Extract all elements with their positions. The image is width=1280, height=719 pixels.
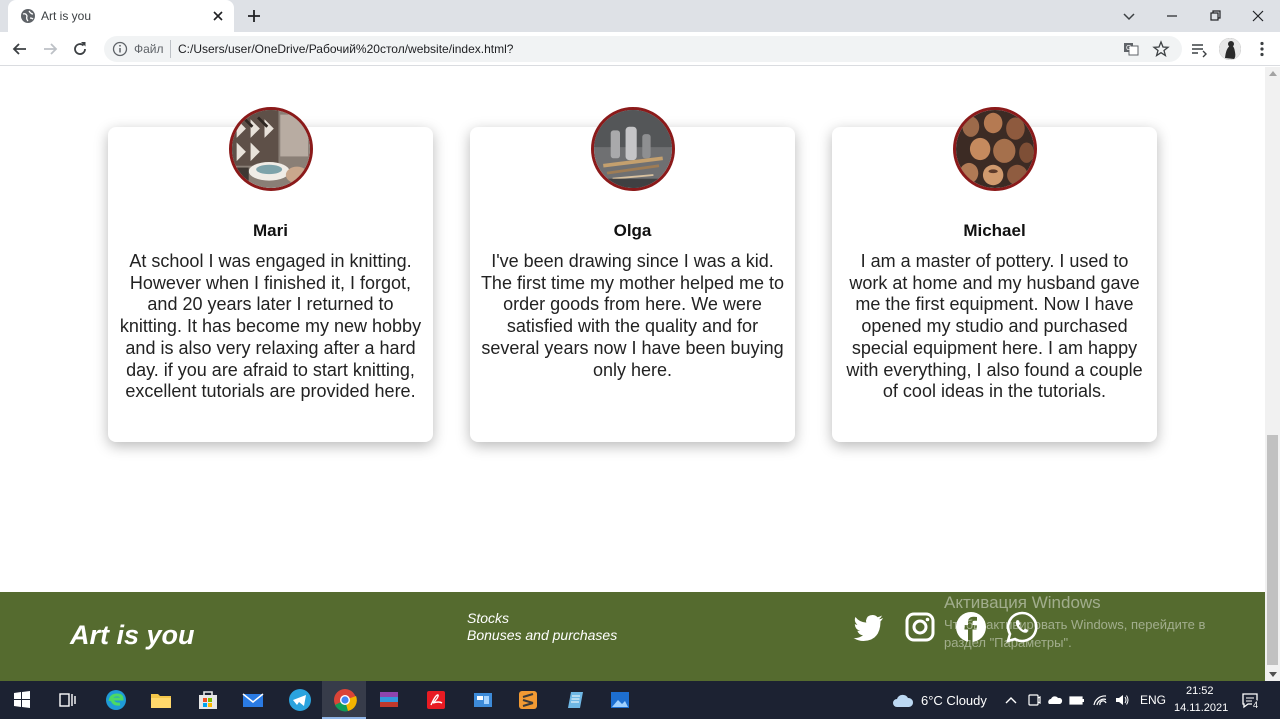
close-tab-icon[interactable] bbox=[210, 8, 226, 24]
windows-taskbar: 6°C Cloudy ENG 21:52 14.11.2021 4 bbox=[0, 681, 1280, 719]
profile-picture-icon bbox=[1219, 38, 1241, 60]
reading-list-icon[interactable] bbox=[1189, 39, 1209, 59]
avatar bbox=[953, 107, 1037, 191]
footer-brand[interactable]: Art is you bbox=[70, 620, 195, 651]
battery-icon[interactable] bbox=[1069, 692, 1085, 708]
review-card-mari: Mari At school I was engaged in knitting… bbox=[108, 107, 433, 442]
notifications-count: 4 bbox=[1252, 700, 1260, 711]
reload-icon[interactable] bbox=[70, 39, 90, 59]
mail-icon[interactable] bbox=[239, 686, 267, 714]
clock-time[interactable]: 21:52 bbox=[1186, 685, 1214, 697]
card-name: Olga bbox=[613, 221, 652, 240]
translate-icon[interactable]: G bbox=[1122, 40, 1140, 58]
store-icon[interactable] bbox=[194, 686, 222, 714]
url-scheme: Файл bbox=[134, 42, 164, 56]
url-text[interactable]: C:/Users/user/OneDrive/Рабочий%20стол/we… bbox=[178, 42, 513, 56]
acrobat-icon[interactable] bbox=[422, 686, 450, 714]
onedrive-icon[interactable] bbox=[1047, 692, 1063, 708]
url-separator bbox=[170, 40, 171, 58]
page-scrollbar[interactable] bbox=[1265, 67, 1280, 681]
browser-toolbar: Файл C:/Users/user/OneDrive/Рабочий%20ст… bbox=[0, 32, 1280, 66]
scroll-up-icon[interactable] bbox=[1269, 71, 1277, 76]
pottery-photo-icon bbox=[956, 110, 1034, 188]
language-indicator[interactable]: ENG bbox=[1140, 693, 1166, 707]
review-card-michael: Michael I am a master of pottery. I used… bbox=[832, 107, 1157, 442]
control-panel-icon[interactable] bbox=[469, 686, 497, 714]
new-tab-icon[interactable] bbox=[244, 6, 264, 26]
star-icon[interactable] bbox=[1152, 40, 1170, 58]
task-view-icon[interactable] bbox=[53, 686, 81, 714]
volume-icon[interactable] bbox=[1114, 692, 1130, 708]
sublime-text-icon[interactable] bbox=[514, 686, 542, 714]
globe-icon bbox=[21, 9, 35, 23]
site-footer: Art is you Stocks Bonuses and purchases … bbox=[0, 592, 1265, 681]
review-card-olga: Olga I've been drawing since I was a kid… bbox=[470, 107, 795, 442]
forward-icon[interactable] bbox=[40, 39, 60, 59]
footer-link-bonuses[interactable]: Bonuses and purchases bbox=[467, 627, 617, 643]
back-icon[interactable] bbox=[10, 39, 30, 59]
minimize-icon[interactable] bbox=[1160, 4, 1184, 28]
clock-date[interactable]: 14.11.2021 bbox=[1174, 702, 1228, 714]
footer-link-stocks[interactable]: Stocks bbox=[467, 610, 509, 626]
menu-icon[interactable] bbox=[1252, 39, 1272, 59]
card-text: At school I was engaged in knitting. How… bbox=[119, 251, 422, 402]
info-icon[interactable] bbox=[112, 41, 128, 57]
photos-icon[interactable] bbox=[606, 686, 634, 714]
file-explorer-icon[interactable] bbox=[147, 686, 175, 714]
winrar-icon[interactable] bbox=[375, 686, 403, 714]
tab-search-icon[interactable] bbox=[1117, 4, 1141, 28]
card-name: Mari bbox=[253, 221, 288, 240]
restore-icon[interactable] bbox=[1203, 4, 1227, 28]
twitter-icon[interactable] bbox=[852, 610, 886, 644]
chrome-icon[interactable] bbox=[331, 686, 359, 714]
close-window-icon[interactable] bbox=[1246, 4, 1270, 28]
card-name: Michael bbox=[963, 221, 1026, 240]
windows-activation-text: Чтобы активировать Windows, перейдите в … bbox=[944, 617, 1206, 650]
weather-text[interactable]: 6°C Cloudy bbox=[921, 693, 987, 708]
windows-start-icon[interactable] bbox=[8, 686, 36, 714]
instagram-icon[interactable] bbox=[903, 610, 937, 644]
avatar bbox=[229, 107, 313, 191]
page-viewport: Mari At school I was engaged in knitting… bbox=[0, 67, 1265, 681]
tab-title: Art is you bbox=[41, 9, 92, 23]
card-text: I am a master of pottery. I used to work… bbox=[846, 251, 1143, 402]
svg-text:G: G bbox=[1126, 45, 1131, 52]
cloudy-weather-icon[interactable] bbox=[892, 690, 914, 710]
browser-tab[interactable]: Art is you bbox=[8, 0, 234, 32]
telegram-icon[interactable] bbox=[286, 686, 314, 714]
card-text: I've been drawing since I was a kid. The… bbox=[480, 251, 785, 380]
drawing-tools-photo-icon bbox=[594, 110, 672, 188]
avatar bbox=[591, 107, 675, 191]
scroll-thumb[interactable] bbox=[1267, 435, 1278, 665]
wifi-icon[interactable] bbox=[1092, 692, 1108, 708]
chevron-up-icon[interactable] bbox=[1003, 692, 1019, 708]
address-bar[interactable]: Файл C:/Users/user/OneDrive/Рабочий%20ст… bbox=[104, 36, 1182, 62]
notepad-icon[interactable] bbox=[561, 686, 589, 714]
knitting-photo-icon bbox=[232, 110, 310, 188]
profile-avatar[interactable] bbox=[1219, 38, 1241, 60]
windows-activation-title: Активация Windows bbox=[944, 593, 1101, 612]
browser-tab-strip: Art is you bbox=[0, 0, 1280, 32]
meet-now-icon[interactable] bbox=[1026, 692, 1042, 708]
edge-icon[interactable] bbox=[102, 686, 130, 714]
scroll-down-icon[interactable] bbox=[1269, 672, 1277, 677]
